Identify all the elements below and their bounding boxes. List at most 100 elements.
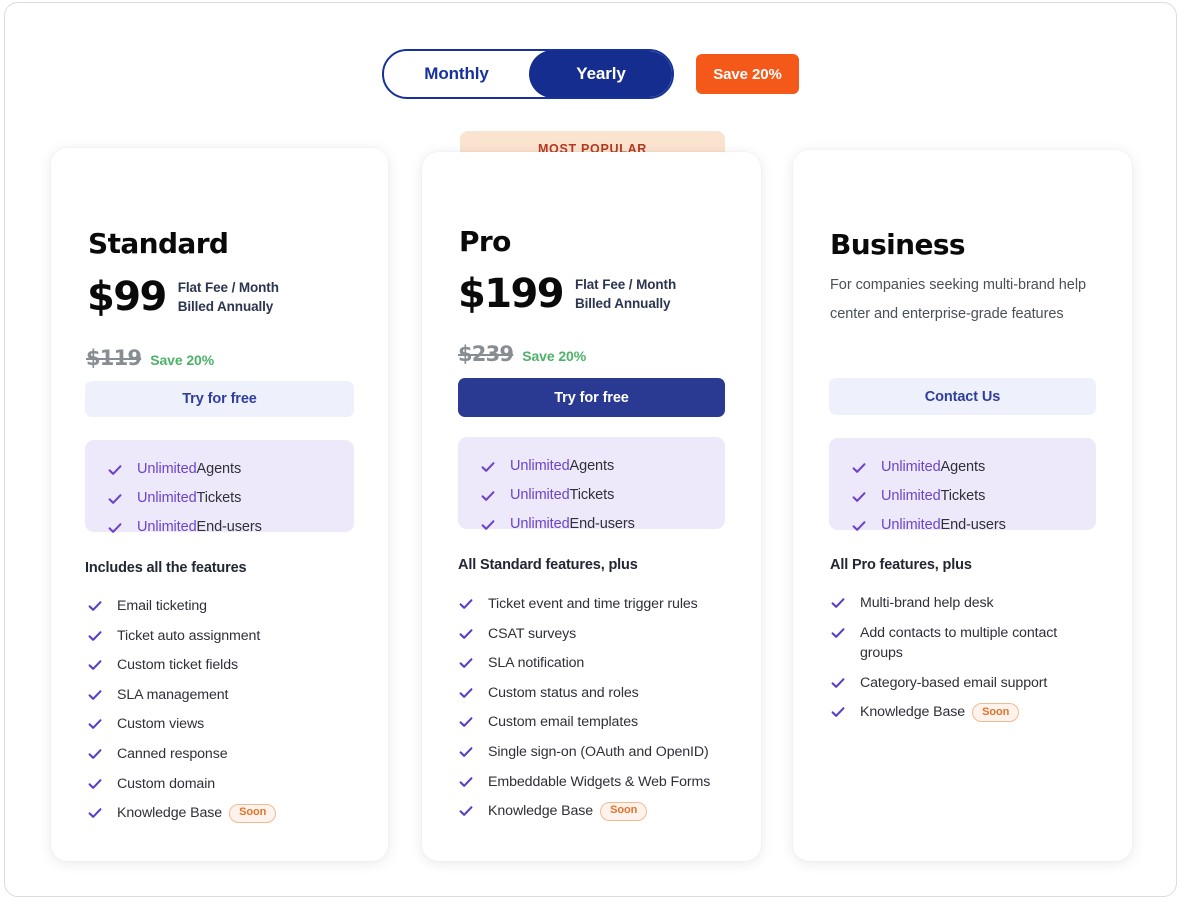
feature-label: Knowledge Base Soon: [117, 803, 277, 824]
unlimited-box-pro: Unlimited Agents Unlimited Tickets Unlimit…: [458, 437, 725, 532]
check-icon: [851, 460, 867, 476]
plan-description-business: For companies seeking multi-brand help c…: [830, 277, 1087, 322]
feature-row: Canned response: [87, 744, 359, 765]
cta-business[interactable]: Contact Us: [829, 378, 1096, 415]
feature-list-business: Multi-brand help desk Add contacts to mul…: [830, 593, 1068, 723]
feature-list-standard: Email ticketing Ticket auto assignment Cus…: [87, 596, 359, 824]
unlimited-row: Unlimited Agents: [829, 452, 1096, 481]
check-icon: [87, 746, 103, 762]
unlimited-highlight: Unlimited: [510, 457, 570, 474]
check-icon: [480, 488, 496, 504]
price-note-line1: Flat Fee / Month: [574, 276, 677, 292]
feature-label: Custom email templates: [488, 714, 638, 731]
plan-name-standard: Standard: [88, 227, 229, 260]
feature-label: Multi-brand help desk: [860, 595, 994, 611]
unlimited-highlight: Unlimited: [881, 516, 941, 533]
unlimited-box-standard: Unlimited Agents Unlimited Tickets Unlimit…: [85, 440, 354, 535]
features-title-standard: Includes all the features: [85, 560, 247, 576]
check-icon: [830, 595, 846, 611]
pricing-page: Monthly Yearly Save 20% MOST POPULAR Sta…: [0, 0, 1181, 901]
features-title-business: All Pro features, plus: [830, 557, 972, 573]
feature-label: SLA management: [117, 686, 229, 703]
check-icon: [87, 776, 103, 792]
feature-label: Embeddable Widgets & Web Forms: [488, 773, 711, 790]
unlimited-label: Agents: [940, 458, 986, 475]
feature-row: Knowledge Base Soon: [87, 803, 359, 824]
check-icon: [87, 657, 103, 673]
feature-row: Ticket event and time trigger rules: [458, 594, 736, 615]
cta-standard[interactable]: Try for free: [85, 381, 354, 417]
unlimited-row: Unlimited Tickets: [829, 481, 1096, 510]
pricing-card-standard: Standard $99 Flat Fee / Month Billed Ann…: [51, 148, 388, 861]
check-icon: [830, 625, 846, 641]
old-price-row-standard: $119 Save 20%: [86, 346, 214, 370]
unlimited-row: Unlimited Tickets: [458, 480, 725, 509]
unlimited-box-business: Unlimited Agents Unlimited Tickets Unlimit…: [829, 438, 1096, 533]
feature-row: Custom views: [87, 714, 359, 735]
check-icon: [87, 716, 103, 732]
features-title-pro: All Standard features, plus: [458, 557, 638, 573]
feature-label: SLA notification: [488, 655, 585, 672]
unlimited-row: Unlimited Tickets: [85, 483, 354, 512]
save-label-pro: Save 20%: [522, 348, 587, 364]
feature-label: Ticket event and time trigger rules: [488, 596, 698, 612]
unlimited-label: End-users: [940, 516, 1006, 533]
unlimited-label: End-users: [196, 518, 262, 535]
feature-row: CSAT surveys: [458, 624, 736, 645]
feature-label: Custom views: [117, 716, 205, 733]
check-icon: [458, 685, 474, 701]
feature-row: Add contacts to multiple contact groups: [830, 623, 1068, 664]
pricing-card-pro: Pro $199 Flat Fee / Month Billed Annuall…: [422, 152, 761, 861]
feature-label: Canned response: [117, 745, 228, 762]
feature-row: Custom email templates: [458, 712, 736, 733]
feature-row: Custom status and roles: [458, 683, 736, 704]
unlimited-label: End-users: [569, 515, 635, 532]
soon-badge: Soon: [229, 803, 277, 823]
unlimited-highlight: Unlimited: [510, 486, 570, 503]
cta-pro[interactable]: Try for free: [458, 378, 725, 417]
check-icon: [830, 675, 846, 691]
feature-label: Knowledge Base Soon: [488, 801, 648, 822]
feature-label: Add contacts to multiple contact groups: [860, 624, 1058, 662]
old-price-pro: $239: [458, 342, 514, 366]
check-icon: [458, 744, 474, 760]
feature-label: Category-based email support: [860, 674, 1048, 691]
price-standard: $99: [87, 274, 167, 320]
unlimited-label: Agents: [569, 457, 615, 474]
pricing-card-business: Business For companies seeking multi-bra…: [793, 150, 1132, 861]
check-icon: [458, 714, 474, 730]
price-note-line2: Billed Annually: [177, 299, 274, 314]
feature-row: Email ticketing: [87, 596, 359, 617]
unlimited-highlight: Unlimited: [137, 518, 197, 535]
feature-label: Ticket auto assignment: [117, 627, 261, 644]
unlimited-label: Tickets: [569, 486, 615, 503]
soon-badge: Soon: [972, 703, 1020, 723]
pricing-cards: MOST POPULAR Standard $99 Flat Fee / Mon…: [0, 0, 1181, 901]
check-icon: [87, 687, 103, 703]
feature-row: Ticket auto assignment: [87, 626, 359, 647]
save-label-standard: Save 20%: [150, 352, 215, 368]
check-icon: [458, 774, 474, 790]
feature-row: Custom domain: [87, 774, 359, 795]
check-icon: [107, 462, 123, 478]
unlimited-label: Agents: [196, 460, 242, 477]
check-icon: [851, 518, 867, 534]
soon-badge: Soon: [600, 801, 648, 821]
price-note-line1: Flat Fee / Month: [177, 279, 279, 295]
feature-label: Custom ticket fields: [117, 657, 238, 674]
feature-row: Multi-brand help desk: [830, 593, 1068, 614]
check-icon: [458, 655, 474, 671]
check-icon: [480, 517, 496, 533]
feature-row: Embeddable Widgets & Web Forms: [458, 772, 736, 793]
price-note-standard: Flat Fee / Month Billed Annually: [178, 278, 279, 316]
feature-row: Single sign-on (OAuth and OpenID): [458, 742, 736, 763]
unlimited-row: Unlimited End-users: [85, 512, 354, 541]
feature-row: Knowledge Base Soon: [458, 801, 736, 822]
unlimited-label: Tickets: [940, 487, 986, 504]
unlimited-row: Unlimited End-users: [458, 509, 725, 538]
feature-label: Custom domain: [117, 775, 216, 792]
feature-label: Email ticketing: [117, 598, 207, 614]
unlimited-highlight: Unlimited: [881, 487, 941, 504]
check-icon: [458, 596, 474, 612]
check-icon: [107, 491, 123, 507]
